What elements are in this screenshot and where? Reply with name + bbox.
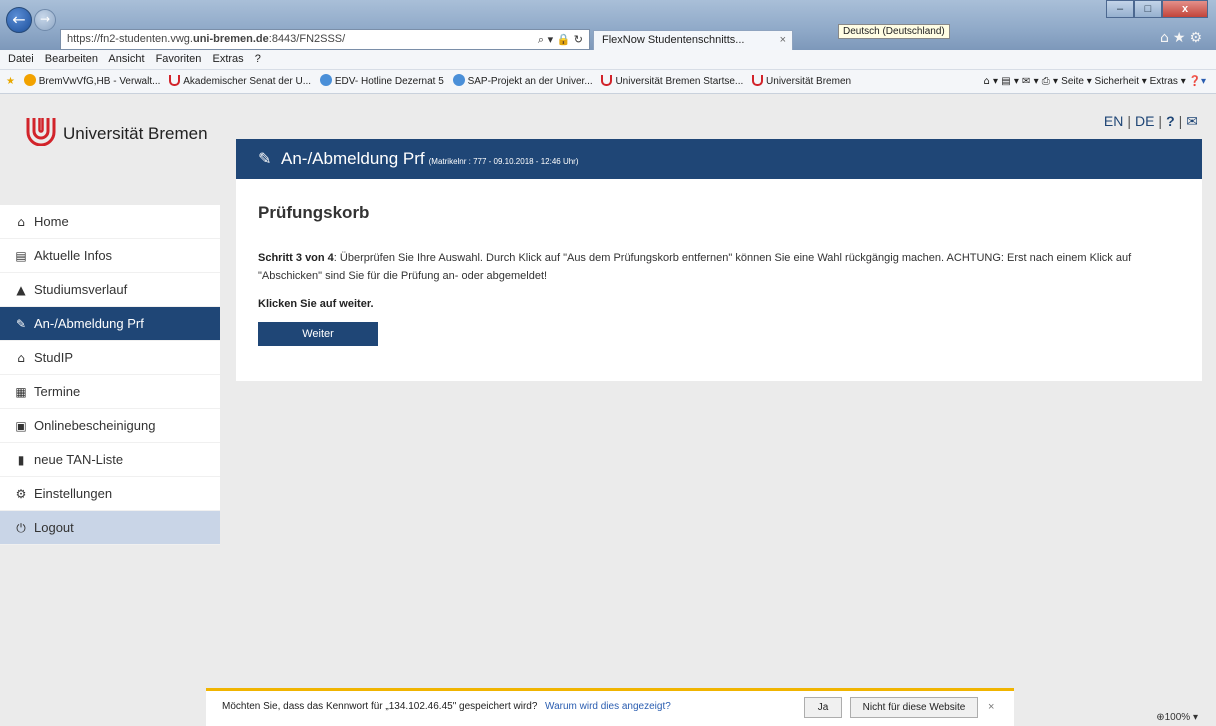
command-bar-menus[interactable]: Seite ▾ Sicherheit ▾ Extras ▾ — [1061, 76, 1186, 87]
url-prefix: https://fn2-studenten.vwg. — [67, 33, 193, 45]
close-icon[interactable]: × — [780, 31, 786, 50]
weiter-button[interactable]: Weiter — [258, 322, 378, 346]
institution-icon: ⌂ — [17, 351, 25, 365]
uni-logo-icon — [601, 75, 613, 86]
arrow-left-icon: ← — [12, 10, 26, 29]
address-bar[interactable]: https://fn2-studenten.vwg.uni-bremen.de:… — [60, 29, 590, 50]
step-label: Schritt 3 von 4 — [258, 252, 334, 264]
file-icon: ▮ — [17, 453, 25, 467]
step-text: : Überprüfen Sie Ihre Auswahl. Durch Kli… — [258, 252, 1132, 282]
sidebar-item-logout[interactable]: ⏻ Logout — [0, 511, 220, 545]
graduation-cap-icon: ▲ — [16, 283, 26, 297]
news-icon: ▤ — [15, 249, 27, 263]
minimize-button[interactable]: ‒ — [1106, 0, 1134, 18]
forward-button[interactable]: → — [34, 9, 56, 31]
zoom-level[interactable]: ⊕100% ▾ — [1156, 712, 1198, 723]
window-controls: ‒ □ x — [1106, 0, 1208, 18]
matrikel-meta: (Matrikelnr : 777 - 09.10.2018 - 12:46 U… — [428, 157, 579, 166]
logo-text: Universität Bremen — [63, 124, 208, 143]
top-links: EN | DE |? | ✉ — [1103, 113, 1198, 130]
home-icon: ⌂ — [17, 215, 25, 229]
sidebar-item-aktuelle-infos[interactable]: ▤ Aktuelle Infos — [0, 239, 220, 273]
sidebar-item-studiumsverlauf[interactable]: ▲ Studiumsverlauf — [0, 273, 220, 307]
lang-en-link[interactable]: EN — [1104, 113, 1123, 129]
favorites-bar: ★ BremVwVfG,HB - Verwalt... Akademischer… — [0, 70, 1216, 94]
continue-hint: Klicken Sie auf weiter. — [258, 298, 374, 310]
uni-logo-icon — [26, 118, 56, 146]
sidebar-item-studip[interactable]: ⌂ StudIP — [0, 341, 220, 375]
edit-icon: ✎ — [258, 149, 272, 168]
window-close-button[interactable]: x — [1162, 0, 1208, 18]
sidebar-item-einstellungen[interactable]: ⚙ Einstellungen — [0, 477, 220, 511]
main-content-card: Prüfungskorb Schritt 3 von 4: Überprüfen… — [236, 179, 1202, 381]
sidebar-item-home[interactable]: ⌂ Home — [0, 205, 220, 239]
favorite-link[interactable]: Universität Bremen — [752, 70, 851, 93]
lang-de-link[interactable]: DE — [1135, 113, 1154, 129]
sidebar-item-termine[interactable]: ▦ Termine — [0, 375, 220, 409]
toolbar-icons[interactable]: ⌂ ▾ ▤ ▾ ✉ ▾ ⎙ ▾ — [983, 76, 1061, 87]
browser-titlebar: ← → https://fn2-studenten.vwg.uni-bremen… — [0, 0, 1216, 51]
menu-help[interactable]: ? — [255, 53, 261, 65]
sidebar-item-onlinebescheinigung[interactable]: ▣ Onlinebescheinigung — [0, 409, 220, 443]
menu-datei[interactable]: Datei — [8, 53, 34, 65]
menu-favoriten[interactable]: Favoriten — [156, 53, 202, 65]
tab-title: FlexNow Studentenschnitts... — [602, 34, 745, 46]
site-icon — [23, 74, 36, 86]
back-button[interactable]: ← — [6, 7, 32, 33]
url-host: uni-bremen.de — [192, 33, 269, 45]
notification-message: Möchten Sie, dass das Kennwort für „134.… — [222, 701, 538, 712]
favorite-link[interactable]: EDV- Hotline Dezernat 5 — [319, 70, 444, 93]
web-page: Universität Bremen EN | DE |? | ✉ ✎ An-/Abmel… — [0, 95, 1216, 687]
uni-logo-icon — [752, 75, 764, 86]
password-save-notification: Möchten Sie, dass das Kennwort für „134.… — [206, 688, 1014, 726]
uni-bremen-logo[interactable]: Universität Bremen — [26, 114, 226, 154]
page-header-bar: ✎ An-/Abmeldung Prf (Matrikelnr : 777 - 0… — [236, 139, 1202, 179]
section-heading: Prüfungskorb — [258, 203, 370, 222]
favorite-link[interactable]: SAP-Projekt an der Univer... — [452, 70, 593, 93]
sidebar-item-an-abmeldung[interactable]: ✎ An-/Abmeldung Prf — [0, 307, 220, 341]
ie-page-icon — [319, 74, 332, 86]
save-password-yes-button[interactable]: Ja — [804, 697, 842, 718]
home-star-gear-icons[interactable]: ⌂★⚙ — [1160, 30, 1206, 46]
step-instructions: Schritt 3 von 4: Überprüfen Sie Ihre Aus… — [258, 249, 1188, 285]
menu-bearbeiten[interactable]: Bearbeiten — [45, 53, 98, 65]
never-for-site-button[interactable]: Nicht für diese Website — [850, 697, 978, 718]
favorite-link[interactable]: Akademischer Senat der U... — [169, 70, 311, 93]
favorites-star-icon[interactable]: ★ — [6, 70, 15, 93]
sidebar-item-tan-liste[interactable]: ▮ neue TAN-Liste — [0, 443, 220, 477]
close-icon[interactable]: × — [988, 701, 994, 713]
power-icon: ⏻ — [16, 521, 26, 535]
maximize-button[interactable]: □ — [1134, 0, 1162, 18]
why-shown-link[interactable]: Warum wird dies angezeigt? — [545, 701, 671, 712]
favorite-link[interactable]: BremVwVfG,HB - Verwalt... — [23, 70, 160, 93]
arrow-right-icon: → — [39, 12, 51, 26]
favorite-link[interactable]: Universität Bremen Startse... — [601, 70, 743, 93]
help-icon[interactable]: ❓▾ — [1189, 76, 1206, 87]
menu-extras[interactable]: Extras — [212, 53, 243, 65]
tab-flexnow[interactable]: FlexNow Studentenschnitts... × — [593, 30, 793, 51]
ie-page-icon — [452, 74, 465, 86]
sidebar-nav: ⌂ Home ▤ Aktuelle Infos ▲ Studiumsverlauf ✎… — [0, 205, 220, 545]
mail-icon[interactable]: ✉ — [1186, 114, 1198, 130]
calendar-icon: ▦ — [15, 385, 27, 399]
menu-bar: Datei Bearbeiten Ansicht Favoriten Extra… — [0, 50, 1216, 70]
uni-logo-icon — [169, 75, 181, 86]
gear-icon: ⚙ — [15, 487, 27, 501]
page-title: An-/Abmeldung Prf (Matrikelnr : 777 - 09.… — [281, 149, 579, 168]
certificate-icon: ▣ — [15, 419, 27, 433]
zoom-icon: ⊕ — [1156, 712, 1165, 723]
url-suffix: :8443/FN2SSS/ — [268, 33, 346, 45]
help-link[interactable]: ? — [1166, 113, 1175, 129]
search-lock-refresh-icons[interactable]: ⌕ ▾ 🔒 ↻ — [538, 30, 583, 49]
language-tooltip: Deutsch (Deutschland) — [838, 24, 950, 39]
menu-ansicht[interactable]: Ansicht — [108, 53, 144, 65]
command-bar[interactable]: ⌂ ▾ ▤ ▾ ✉ ▾ ⎙ ▾ Seite ▾ Sicherheit ▾ Ext… — [983, 70, 1206, 93]
edit-icon: ✎ — [15, 317, 27, 331]
